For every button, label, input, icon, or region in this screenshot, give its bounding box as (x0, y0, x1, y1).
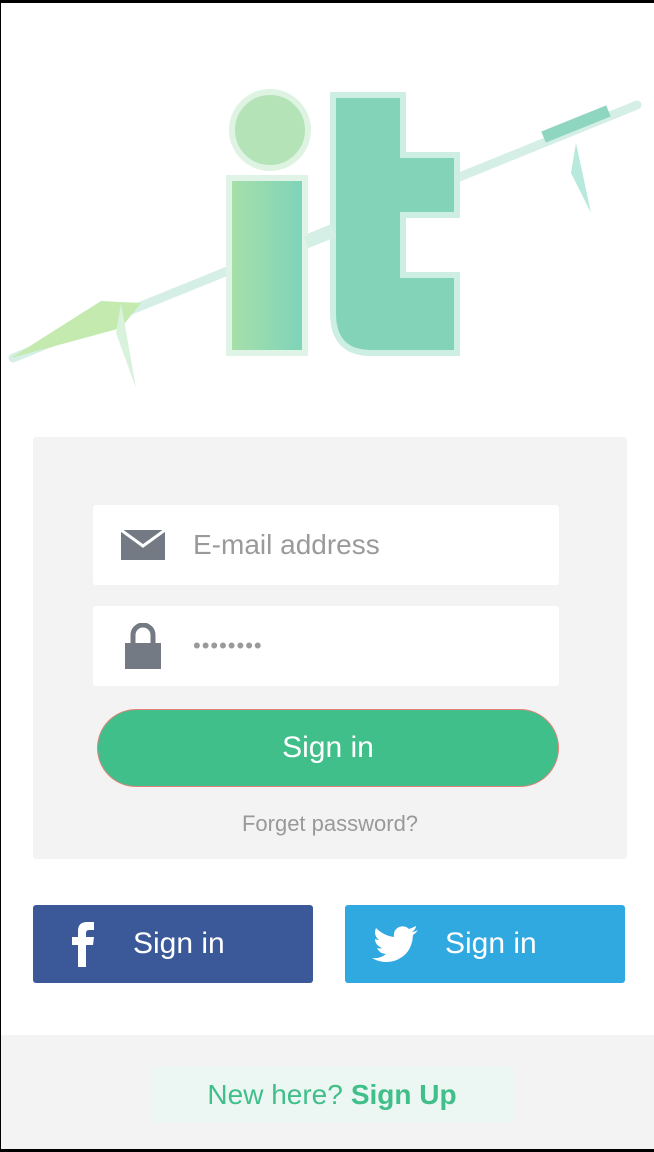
sign-up-link[interactable]: New here? Sign Up (151, 1067, 513, 1123)
twitter-icon (345, 926, 445, 962)
forgot-password-link[interactable]: Forget password? (33, 811, 627, 837)
login-screen: E-mail address •••••••• Sign in Forget p… (1, 3, 654, 1149)
twitter-sign-in-button[interactable]: Sign in (345, 905, 625, 983)
facebook-sign-in-label: Sign in (133, 927, 225, 960)
email-placeholder: E-mail address (193, 529, 380, 560)
envelope-icon (93, 530, 193, 560)
password-value: •••••••• (193, 633, 263, 658)
email-field[interactable]: E-mail address (93, 505, 559, 585)
app-logo (8, 89, 642, 388)
facebook-icon (33, 921, 133, 967)
new-here-text: New here? (207, 1079, 343, 1110)
facebook-sign-in-button[interactable]: Sign in (33, 905, 313, 983)
lock-icon (93, 623, 193, 669)
twitter-sign-in-label: Sign in (445, 927, 537, 960)
sign-in-button[interactable]: Sign in (97, 709, 559, 787)
sign-up-label: Sign Up (350, 1079, 457, 1110)
footer: New here? Sign Up (1, 1035, 654, 1149)
password-field[interactable]: •••••••• (93, 606, 559, 686)
login-form: E-mail address •••••••• Sign in Forget p… (33, 437, 627, 859)
